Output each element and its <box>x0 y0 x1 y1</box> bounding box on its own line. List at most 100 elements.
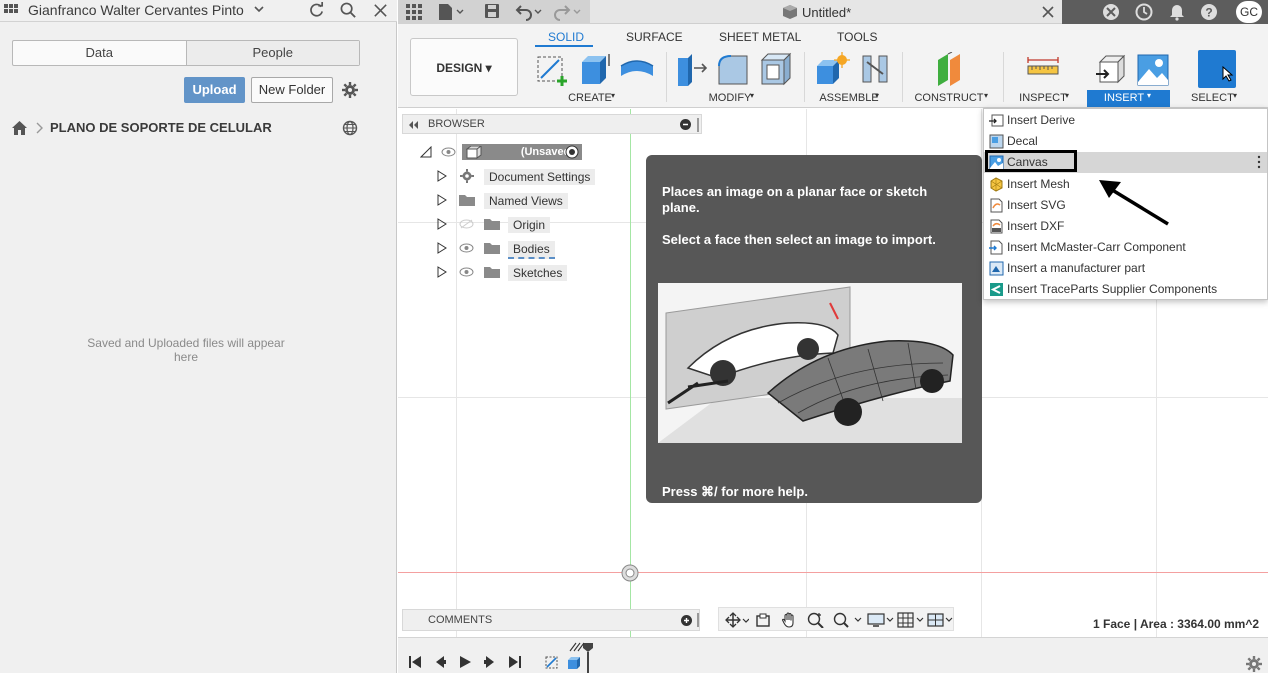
group-modify[interactable]: MODIFY <box>705 92 755 104</box>
redo-icon[interactable] <box>554 3 584 21</box>
resize-grip[interactable] <box>697 118 699 132</box>
offset-plane-icon[interactable] <box>934 52 970 88</box>
create-dropdown-icon[interactable]: ▾ <box>611 91 615 100</box>
extrude-icon[interactable] <box>578 52 614 88</box>
timeline-extrude-feature-icon[interactable] <box>566 654 582 670</box>
save-icon[interactable] <box>484 3 500 19</box>
origin-point-icon[interactable] <box>621 564 639 582</box>
go-to-start-icon[interactable] <box>408 655 422 669</box>
collapse-browser-icon[interactable] <box>407 119 419 131</box>
visibility-eye-icon[interactable] <box>459 243 474 253</box>
zoom-icon[interactable] <box>807 612 825 628</box>
activate-radio-icon[interactable] <box>565 145 579 159</box>
new-component-icon[interactable] <box>814 52 850 88</box>
tab-solid[interactable]: SOLID <box>548 30 584 44</box>
group-inspect[interactable]: INSPECT <box>1018 92 1068 104</box>
tab-data[interactable]: Data <box>13 41 186 65</box>
breadcrumb-project[interactable]: PLANO DE SOPORTE DE CELULAR <box>50 120 272 135</box>
shell-icon[interactable] <box>758 52 794 88</box>
new-folder-button[interactable]: New Folder <box>251 77 333 103</box>
group-create[interactable]: CREATE <box>565 92 615 104</box>
visibility-eye-icon[interactable] <box>459 267 474 277</box>
more-options-icon[interactable] <box>1256 155 1262 169</box>
tab-sheet-metal[interactable]: SHEET METAL <box>719 30 801 44</box>
expand-triangle-icon[interactable] <box>436 170 448 182</box>
help-icon[interactable]: ? <box>1200 3 1218 21</box>
expand-triangle-icon[interactable] <box>436 218 448 230</box>
browser-header[interactable]: BROWSER <box>402 114 702 134</box>
display-settings-icon[interactable] <box>867 612 895 628</box>
tab-surface[interactable]: SURFACE <box>626 30 683 44</box>
modify-dropdown-icon[interactable]: ▾ <box>750 91 754 100</box>
create-sketch-icon[interactable] <box>535 52 571 88</box>
measure-icon[interactable] <box>1025 52 1061 88</box>
tab-people[interactable]: People <box>185 41 359 65</box>
expand-triangle-icon[interactable] <box>436 242 448 254</box>
inspect-dropdown-icon[interactable]: ▾ <box>1065 91 1069 100</box>
settings-gear-icon[interactable] <box>342 82 358 98</box>
group-select[interactable]: SELECT <box>1191 92 1234 104</box>
resize-grip[interactable] <box>697 613 699 627</box>
data-panel-toggle-icon[interactable] <box>406 4 422 20</box>
viewports-icon[interactable] <box>927 612 955 628</box>
menu-item-insert-traceparts[interactable]: Insert TraceParts Supplier Components <box>984 279 1267 300</box>
expand-triangle-icon[interactable] <box>436 266 448 278</box>
revolve-icon[interactable] <box>619 52 655 88</box>
timeline-sketch-feature-icon[interactable] <box>544 654 560 670</box>
select-tool-button[interactable] <box>1198 50 1236 88</box>
grid-settings-icon[interactable] <box>897 612 925 628</box>
close-panel-icon[interactable] <box>372 2 389 19</box>
construct-dropdown-icon[interactable]: ▾ <box>984 91 988 100</box>
fillet-icon[interactable] <box>715 52 751 88</box>
pan-hand-icon[interactable] <box>781 612 797 628</box>
press-pull-icon[interactable] <box>674 52 710 88</box>
workspace-selector[interactable]: DESIGN ▾ <box>410 38 518 96</box>
add-comment-icon[interactable] <box>681 615 692 626</box>
timeline-settings-gear-icon[interactable] <box>1246 656 1262 672</box>
chevron-down-icon[interactable] <box>253 3 265 15</box>
menu-item-insert-derive[interactable]: Insert Derive <box>984 110 1267 131</box>
collapse-triangle-icon[interactable] <box>420 146 432 158</box>
menu-item-decal[interactable]: Decal <box>984 131 1267 152</box>
group-insert[interactable]: INSERT <box>1096 92 1152 104</box>
apps-grid-icon[interactable] <box>4 4 18 18</box>
go-to-end-icon[interactable] <box>508 655 522 669</box>
search-icon[interactable] <box>340 2 357 19</box>
fit-zoom-window-icon[interactable] <box>833 612 863 628</box>
file-menu-icon[interactable] <box>438 3 466 21</box>
insert-dropdown-icon[interactable]: ▾ <box>1147 91 1151 100</box>
joint-icon[interactable] <box>857 52 893 88</box>
menu-item-insert-manufacturer-part[interactable]: Insert a manufacturer part <box>984 258 1267 279</box>
step-back-icon[interactable] <box>433 655 447 669</box>
user-avatar[interactable]: GC <box>1236 1 1262 23</box>
step-forward-icon[interactable] <box>483 655 497 669</box>
visibility-eye-icon[interactable] <box>441 147 456 157</box>
assemble-dropdown-icon[interactable]: ▾ <box>875 91 879 100</box>
undo-icon[interactable] <box>514 3 544 21</box>
folder-icon <box>484 267 500 278</box>
user-name[interactable]: Gianfranco Walter Cervantes Pinto <box>28 2 244 18</box>
group-construct[interactable]: CONSTRUCT <box>914 92 984 104</box>
refresh-icon[interactable] <box>308 2 325 19</box>
orbit-icon[interactable] <box>725 612 749 628</box>
notifications-bell-icon[interactable] <box>1168 3 1186 21</box>
home-icon[interactable] <box>12 121 27 135</box>
comments-panel[interactable]: COMMENTS <box>402 609 700 631</box>
minimize-browser-icon[interactable] <box>680 119 691 130</box>
group-assemble[interactable]: ASSEMBLE <box>818 92 880 104</box>
menu-item-insert-mcmaster[interactable]: Insert McMaster-Carr Component <box>984 237 1267 258</box>
extensions-icon[interactable] <box>1102 3 1120 21</box>
look-at-icon[interactable] <box>755 612 771 628</box>
timeline-resize-handle-icon[interactable] <box>568 642 584 652</box>
upload-button[interactable]: Upload <box>184 77 245 103</box>
select-dropdown-icon[interactable]: ▾ <box>1233 91 1237 100</box>
close-tab-icon[interactable] <box>1041 5 1055 19</box>
tab-tools[interactable]: TOOLS <box>837 30 877 44</box>
expand-triangle-icon[interactable] <box>436 194 448 206</box>
play-icon[interactable] <box>458 655 472 669</box>
hidden-eye-icon[interactable] <box>459 219 474 229</box>
globe-icon[interactable] <box>342 120 358 136</box>
insert-canvas-image-icon[interactable] <box>1135 52 1171 88</box>
insert-derive-icon[interactable] <box>1094 52 1130 88</box>
job-status-icon[interactable] <box>1135 3 1153 21</box>
